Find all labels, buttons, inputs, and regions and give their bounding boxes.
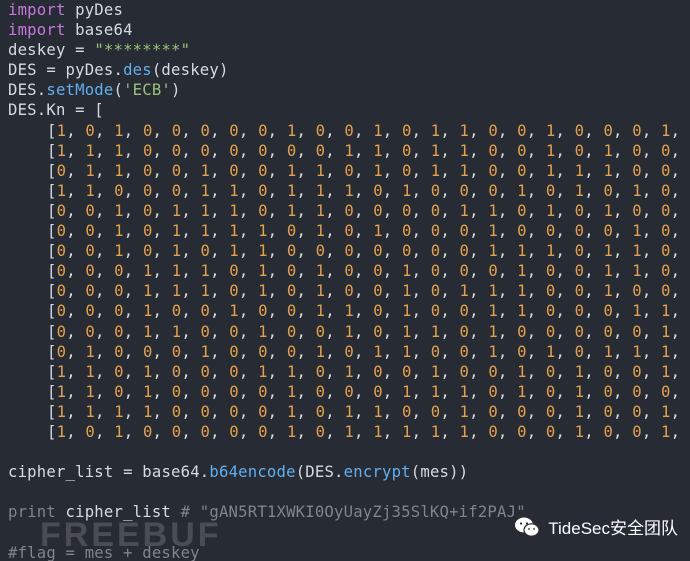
kn-row-content: [0, 1, 0, 0, 0, 1, 0, 0, 0, 1, 0, 1, 1, … bbox=[47, 342, 681, 361]
kn-row-content: [0, 0, 1, 0, 1, 1, 1, 0, 1, 1, 0, 0, 0, … bbox=[47, 201, 681, 220]
kn-row-content: [1, 1, 1, 0, 0, 0, 0, 0, 0, 0, 1, 1, 0, … bbox=[47, 141, 681, 160]
kn-matrix: [1, 0, 1, 0, 0, 0, 0, 0, 1, 0, 0, 1, 0, … bbox=[8, 121, 690, 443]
kn-row-content: [0, 0, 0, 1, 0, 0, 1, 0, 0, 1, 1, 0, 1, … bbox=[47, 302, 681, 321]
code-line-6: DES.Kn = [ bbox=[8, 100, 690, 120]
wechat-icon bbox=[515, 517, 540, 537]
string-literal: "********" bbox=[94, 41, 191, 60]
kn-row-content: [0, 1, 1, 0, 0, 1, 0, 0, 1, 1, 0, 1, 0, … bbox=[47, 161, 681, 180]
object-ref: DES. bbox=[8, 81, 47, 100]
variable-name: cipher_list bbox=[8, 463, 114, 482]
kn-row: [1, 1, 1, 0, 0, 0, 0, 0, 0, 0, 1, 1, 0, … bbox=[8, 141, 690, 161]
kn-row: [0, 0, 1, 0, 1, 1, 1, 0, 1, 1, 0, 0, 0, … bbox=[8, 201, 690, 221]
call-args: (DES. bbox=[295, 463, 344, 482]
code-line-5: DES.setMode('ECB') bbox=[8, 80, 690, 100]
call-args: (deskey) bbox=[151, 61, 229, 80]
function-call: b64encode bbox=[209, 463, 296, 482]
operator: = bbox=[46, 61, 56, 80]
kn-row-content: [1, 0, 1, 0, 0, 0, 0, 0, 1, 0, 1, 1, 1, … bbox=[47, 422, 681, 441]
kn-row-content: [1, 1, 0, 1, 0, 0, 0, 1, 1, 0, 1, 0, 0, … bbox=[47, 362, 681, 381]
object-ref: base64. bbox=[142, 463, 210, 482]
kn-row: [0, 1, 1, 0, 0, 1, 0, 0, 1, 1, 0, 1, 0, … bbox=[8, 161, 690, 181]
code-line-4: DES = pyDes.des(deskey) bbox=[8, 60, 690, 80]
code-line-2: import base64 bbox=[8, 20, 690, 40]
function-call: des bbox=[123, 61, 152, 80]
kn-row-content: [1, 1, 1, 1, 0, 0, 0, 0, 1, 0, 1, 1, 0, … bbox=[47, 402, 681, 421]
code-editor[interactable]: import pyDes import base64 deskey = "***… bbox=[8, 0, 690, 561]
comment: #flag = mes + deskey bbox=[8, 543, 200, 561]
function-call: encrypt bbox=[343, 463, 411, 482]
call-args: (mes)) bbox=[410, 463, 469, 482]
code-line-3: deskey = "********" bbox=[8, 40, 690, 60]
kn-row-content: [0, 0, 0, 1, 1, 1, 0, 1, 0, 1, 0, 0, 1, … bbox=[47, 282, 681, 301]
variable-name: DES bbox=[8, 61, 37, 80]
brand-name: TideSec安全团队 bbox=[548, 519, 678, 538]
brand-badge: TideSec安全团队 bbox=[514, 514, 678, 539]
kn-assignment: DES.Kn = [ bbox=[8, 101, 104, 120]
kn-row: [0, 0, 0, 1, 1, 1, 0, 1, 0, 1, 0, 0, 1, … bbox=[8, 281, 690, 301]
keyword-import: import bbox=[8, 21, 66, 40]
paren-close: ) bbox=[171, 81, 181, 100]
kn-row: [0, 0, 1, 0, 1, 0, 1, 1, 0, 0, 0, 0, 0, … bbox=[8, 241, 690, 261]
kn-row: [1, 0, 1, 0, 0, 0, 0, 0, 1, 0, 0, 1, 0, … bbox=[8, 121, 690, 141]
kn-row-content: [1, 0, 1, 0, 0, 0, 0, 0, 1, 0, 0, 1, 0, … bbox=[47, 121, 681, 140]
function-call: setMode bbox=[46, 81, 114, 100]
kn-row: [0, 1, 0, 0, 0, 1, 0, 0, 0, 1, 0, 1, 1, … bbox=[8, 342, 690, 362]
kn-row: [0, 0, 0, 1, 1, 0, 0, 1, 0, 0, 1, 0, 1, … bbox=[8, 322, 690, 342]
kn-row: [0, 0, 1, 0, 1, 1, 1, 1, 0, 1, 0, 1, 0, … bbox=[8, 221, 690, 241]
comment: # "gAN5RT1XWKI0OyUayZj35SlKQ+if2PAJ" bbox=[180, 503, 526, 522]
paren-open: ( bbox=[113, 81, 124, 100]
variable-name: cipher_list bbox=[55, 503, 181, 522]
kn-row: [1, 1, 0, 0, 0, 1, 1, 0, 1, 1, 1, 0, 1, … bbox=[8, 181, 690, 201]
code-line-flag: #flag = mes + deskey bbox=[8, 543, 690, 561]
keyword-print: print bbox=[8, 503, 56, 522]
kn-row-content: [0, 0, 0, 1, 1, 0, 0, 1, 0, 0, 1, 0, 1, … bbox=[47, 322, 681, 341]
kn-row: [0, 0, 0, 1, 0, 0, 1, 0, 0, 1, 1, 0, 1, … bbox=[8, 301, 690, 321]
keyword-import: import bbox=[8, 1, 66, 19]
operator: = bbox=[75, 41, 85, 60]
kn-row-content: [0, 0, 1, 0, 1, 1, 1, 1, 0, 1, 0, 1, 0, … bbox=[47, 222, 681, 241]
kn-row: [1, 0, 1, 0, 0, 0, 0, 0, 1, 0, 1, 1, 1, … bbox=[8, 422, 690, 442]
code-line-cipher: cipher_list = base64.b64encode(DES.encry… bbox=[8, 462, 690, 482]
operator: = bbox=[123, 463, 133, 482]
kn-row-content: [0, 0, 0, 1, 1, 1, 0, 1, 0, 1, 0, 0, 1, … bbox=[47, 262, 681, 281]
kn-row: [1, 1, 0, 1, 0, 0, 0, 0, 1, 0, 0, 0, 1, … bbox=[8, 382, 690, 402]
string-literal: 'ECB' bbox=[123, 81, 172, 100]
kn-row-content: [0, 0, 1, 0, 1, 0, 1, 1, 0, 0, 0, 0, 0, … bbox=[47, 242, 681, 261]
module-name: base64 bbox=[75, 21, 133, 40]
kn-row: [1, 1, 1, 1, 0, 0, 0, 0, 1, 0, 1, 1, 0, … bbox=[8, 402, 690, 422]
object-ref: pyDes. bbox=[65, 61, 124, 80]
kn-row-content: [1, 1, 0, 0, 0, 1, 1, 0, 1, 1, 1, 0, 1, … bbox=[47, 181, 681, 200]
kn-row: [0, 0, 0, 1, 1, 1, 0, 1, 0, 1, 0, 0, 1, … bbox=[8, 261, 690, 281]
kn-row-content: [1, 1, 0, 1, 0, 0, 0, 0, 1, 0, 0, 0, 1, … bbox=[47, 382, 681, 401]
module-name: pyDes bbox=[75, 1, 124, 19]
variable-name: deskey bbox=[8, 41, 66, 60]
kn-row: [1, 1, 0, 1, 0, 0, 0, 1, 1, 0, 1, 0, 0, … bbox=[8, 362, 690, 382]
code-line-1: import pyDes bbox=[8, 0, 690, 20]
